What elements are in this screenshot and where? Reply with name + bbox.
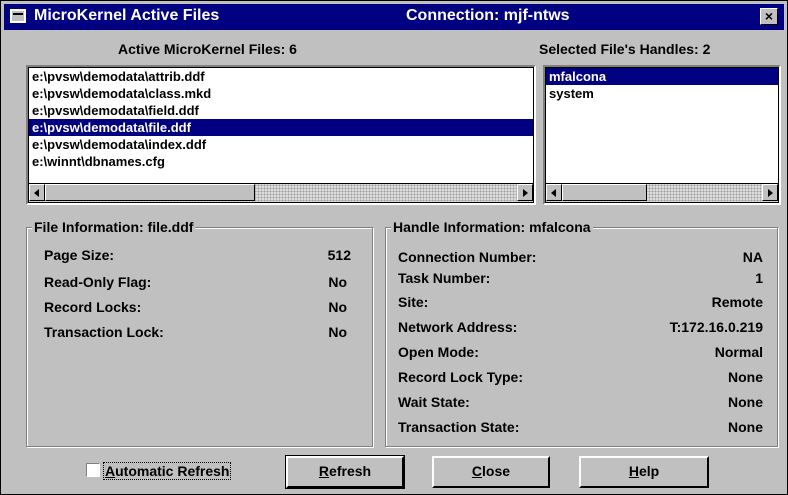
arrow-left-icon	[34, 189, 39, 197]
list-item[interactable]: e:\pvsw\demodata\attrib.ddf	[29, 68, 533, 85]
handle-info-label: Transaction State:	[398, 419, 520, 435]
scroll-thumb[interactable]	[562, 184, 647, 201]
scroll-right-button[interactable]	[517, 184, 533, 201]
handle-info-value: None	[728, 394, 763, 410]
file-info-label: Page Size:	[44, 247, 115, 263]
label-rest: efresh	[329, 463, 372, 479]
automatic-refresh-checkbox[interactable]	[86, 463, 100, 477]
label-rest: lose	[482, 463, 511, 479]
handles-horizontal-scrollbar[interactable]	[546, 183, 778, 202]
mnemonic: H	[628, 463, 639, 479]
list-item[interactable]: e:\pvsw\demodata\index.ddf	[29, 136, 533, 153]
arrow-left-icon	[551, 189, 556, 197]
handle-info-value: NA	[742, 249, 763, 265]
automatic-refresh-label[interactable]: Automatic Refresh	[103, 462, 232, 480]
handle-info-label: Network Address:	[398, 319, 518, 335]
handle-info-label: Open Mode:	[398, 344, 479, 360]
selected-handles-label: Selected File's Handles: 2	[539, 41, 711, 57]
arrow-right-icon	[768, 189, 773, 197]
help-button[interactable]: Help	[579, 456, 709, 488]
label-rest: utomatic Refresh	[115, 463, 230, 479]
refresh-button[interactable]: Refresh	[285, 455, 405, 489]
mnemonic: C	[471, 463, 483, 479]
close-icon[interactable]: ×	[760, 8, 778, 25]
arrow-right-icon	[523, 189, 528, 197]
list-item[interactable]: e:\winnt\dbnames.cfg	[29, 153, 533, 170]
handle-info-label: Site:	[398, 294, 429, 310]
label-rest: elp	[638, 463, 660, 479]
close-button[interactable]: Close	[432, 456, 550, 488]
mnemonic: A	[105, 463, 116, 479]
handle-info-value: None	[728, 369, 763, 385]
file-info-label: Record Locks:	[44, 299, 142, 315]
file-info-value: No	[328, 299, 347, 315]
file-information-title: File Information: file.ddf	[32, 219, 196, 235]
window-title: MicroKernel Active Files	[34, 7, 220, 24]
files-horizontal-scrollbar[interactable]	[29, 183, 533, 202]
scroll-left-button[interactable]	[546, 184, 562, 201]
handle-info-value: T:172.16.0.219	[669, 319, 763, 335]
list-item[interactable]: e:\pvsw\demodata\file.ddf	[29, 119, 533, 136]
handle-info-value: Normal	[714, 344, 763, 360]
scroll-right-button[interactable]	[762, 184, 778, 201]
microkernel-active-files-window: MicroKernel Active Files Connection: mjf…	[0, 0, 788, 495]
active-files-list: e:\pvsw\demodata\attrib.ddf e:\pvsw\demod…	[29, 68, 533, 170]
scroll-thumb[interactable]	[45, 184, 255, 201]
handle-info-label: Wait State:	[398, 394, 470, 410]
list-item[interactable]: e:\pvsw\demodata\class.mkd	[29, 85, 533, 102]
handle-info-label: Record Lock Type:	[398, 369, 523, 385]
file-info-label: Transaction Lock:	[44, 324, 164, 340]
file-info-value: No	[328, 274, 347, 290]
system-menu-icon[interactable]	[10, 9, 26, 23]
handle-info-value: 1	[755, 270, 763, 286]
handles-listbox[interactable]: mfalcona system	[543, 65, 781, 205]
active-files-listbox[interactable]: e:\pvsw\demodata\attrib.ddf e:\pvsw\demod…	[26, 65, 536, 205]
file-info-value: 512	[327, 247, 351, 263]
list-item[interactable]: e:\pvsw\demodata\field.ddf	[29, 102, 533, 119]
handle-info-label: Task Number:	[398, 270, 491, 286]
list-item[interactable]: system	[546, 85, 778, 102]
handle-information-title: Handle Information: mfalcona	[391, 219, 593, 235]
scroll-left-button[interactable]	[29, 184, 45, 201]
handles-list: mfalcona system	[546, 68, 778, 102]
active-files-label: Active MicroKernel Files: 6	[118, 41, 297, 57]
handle-info-label: Connection Number:	[398, 249, 537, 265]
handle-info-value: Remote	[711, 294, 763, 310]
mnemonic: R	[318, 463, 330, 479]
list-item[interactable]: mfalcona	[546, 68, 778, 85]
handle-info-value: None	[728, 419, 763, 435]
file-info-label: Read-Only Flag:	[44, 274, 152, 290]
title-bar[interactable]: MicroKernel Active Files Connection: mjf…	[4, 4, 784, 30]
file-info-value: No	[328, 324, 347, 340]
connection-label: Connection: mjf-ntws	[406, 7, 570, 24]
